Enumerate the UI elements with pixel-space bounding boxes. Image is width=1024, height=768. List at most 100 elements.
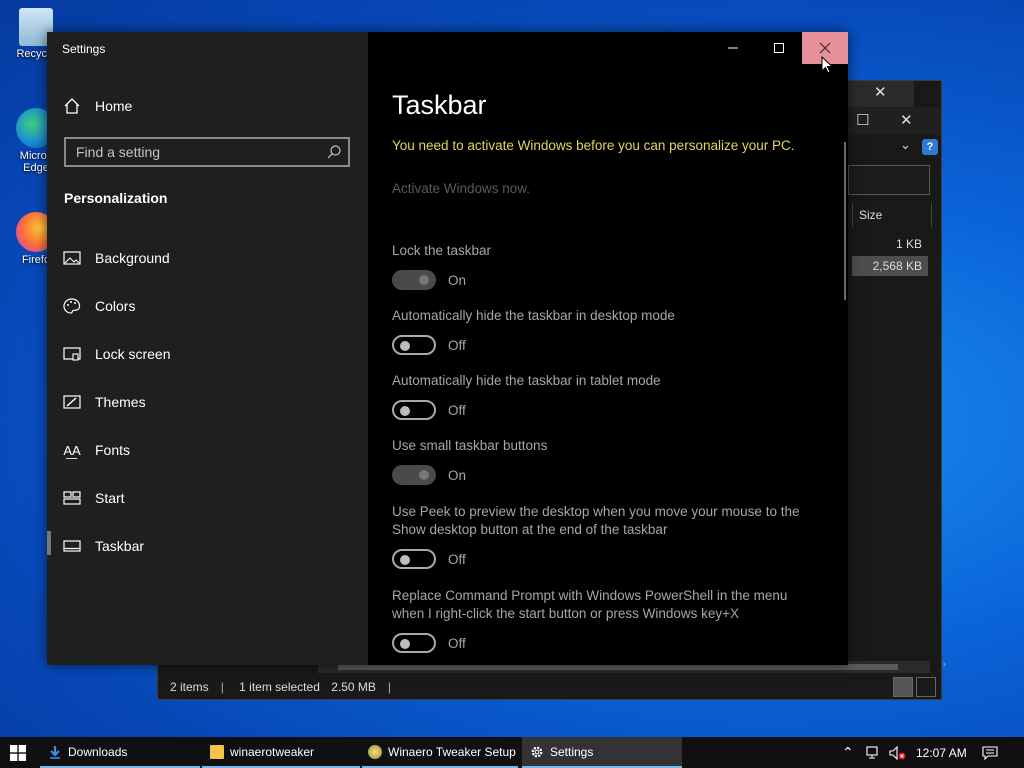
maximize-icon[interactable]: ☐ <box>856 111 869 129</box>
active-nav-indicator <box>47 531 51 555</box>
status-selected: 1 item selected <box>239 680 320 694</box>
folder-icon <box>210 744 224 759</box>
toggle-state: Off <box>448 636 466 651</box>
image-icon <box>63 249 81 267</box>
search-placeholder: Find a setting <box>76 144 161 160</box>
section-title: Personalization <box>64 190 168 206</box>
file-size-cell[interactable]: 1 KB <box>852 234 928 254</box>
start-button[interactable] <box>0 737 36 768</box>
nav-label: Start <box>95 490 125 506</box>
toggle-small-buttons[interactable] <box>392 465 436 485</box>
large-icons-view-button[interactable] <box>916 677 936 697</box>
explorer-search-input[interactable] <box>848 165 930 195</box>
toggle-powershell[interactable] <box>392 633 436 653</box>
search-icon <box>327 145 341 159</box>
nav-label: Colors <box>95 298 136 314</box>
chevron-down-icon[interactable]: ⌄ <box>900 137 911 153</box>
help-icon[interactable]: ? <box>922 139 938 155</box>
nav-label: Themes <box>95 394 146 410</box>
nav-start[interactable]: Start <box>63 483 353 513</box>
window-title: Settings <box>62 42 106 56</box>
explorer-status-bar: 2 items | 1 item selected 2.50 MB | <box>158 675 941 699</box>
explorer-ribbon: ⌄ ? <box>848 135 941 161</box>
option-label-autohide-desktop: Automatically hide the taskbar in deskto… <box>392 308 675 323</box>
close-icon <box>819 42 831 54</box>
taskbar: Downloads winaerotweaker Winaero Tweaker… <box>0 737 1024 768</box>
start-icon <box>63 489 81 507</box>
close-icon[interactable]: ✕ <box>874 83 887 101</box>
nav-home[interactable]: Home <box>63 91 353 121</box>
maximize-icon <box>774 43 784 53</box>
settings-sidebar: Settings Home Find a setting Personaliza… <box>47 32 368 665</box>
taskbar-item-label: Downloads <box>68 744 128 759</box>
download-arrow-icon <box>50 745 60 759</box>
taskbar-item-downloads[interactable]: Downloads <box>40 737 200 768</box>
toggle-state: On <box>448 273 467 288</box>
gear-icon <box>531 746 543 757</box>
scroll-right-icon[interactable]: › <box>943 659 946 670</box>
lock-screen-icon <box>63 345 81 363</box>
taskbar-item-label: Winaero Tweaker Setup <box>388 744 516 759</box>
nav-taskbar[interactable]: Taskbar <box>63 531 353 561</box>
activation-warning: You need to activate Windows before you … <box>392 138 795 153</box>
activate-windows-link[interactable]: Activate Windows now. <box>392 181 530 196</box>
settings-content: Taskbar You need to activate Windows bef… <box>368 32 848 665</box>
nav-background[interactable]: Background <box>63 243 353 273</box>
toggle-state: Off <box>448 403 466 418</box>
status-item-count: 2 items <box>170 680 209 694</box>
taskbar-item-label: Settings <box>550 744 594 759</box>
toggle-lock-taskbar[interactable] <box>392 270 436 290</box>
windows-logo-icon <box>10 744 26 761</box>
minimize-icon <box>728 47 738 49</box>
find-setting-input[interactable]: Find a setting <box>64 137 350 167</box>
option-label-peek: Use Peek to preview the desktop when you… <box>392 504 800 537</box>
setup-icon <box>368 744 382 759</box>
toggle-peek[interactable] <box>392 549 436 569</box>
status-size: 2.50 MB <box>331 680 376 694</box>
toggle-state: Off <box>448 338 466 353</box>
option-label-powershell: Replace Command Prompt with Windows Powe… <box>392 588 788 621</box>
taskbar-icon <box>63 537 81 555</box>
file-size-cell-selected[interactable]: 2,568 KB <box>852 256 928 276</box>
themes-icon <box>63 393 81 411</box>
nav-colors[interactable]: Colors <box>63 291 353 321</box>
notification-center-icon[interactable] <box>982 737 998 768</box>
nav-label: Taskbar <box>95 538 145 554</box>
toggle-state: Off <box>448 552 466 567</box>
home-icon <box>63 97 81 115</box>
nav-home-label: Home <box>95 98 133 114</box>
settings-window[interactable]: Settings Home Find a setting Personaliza… <box>47 32 848 665</box>
option-label-lock-taskbar: Lock the taskbar <box>392 243 492 258</box>
nav-fonts[interactable]: A͟A Fonts <box>63 435 353 465</box>
taskbar-item-settings[interactable]: Settings <box>522 737 682 768</box>
details-view-button[interactable] <box>893 677 913 697</box>
close-icon[interactable]: ✕ <box>900 111 913 129</box>
nav-lock-screen[interactable]: Lock screen <box>63 339 353 369</box>
nav-themes[interactable]: Themes <box>63 387 353 417</box>
mouse-cursor-icon <box>821 56 833 74</box>
explorer-title-bar-front: ☐ ✕ <box>848 107 941 135</box>
taskbar-item-winaerotweaker[interactable]: winaerotweaker <box>202 737 360 768</box>
page-title: Taskbar <box>392 90 487 120</box>
toggle-autohide-tablet[interactable] <box>392 400 436 420</box>
column-header-size[interactable]: Size <box>852 203 932 227</box>
explorer-title-bar: ✕ <box>848 81 914 107</box>
fonts-icon: A͟A <box>63 442 81 458</box>
maximize-button[interactable] <box>756 32 802 64</box>
tray-chevron-up-icon[interactable]: ⌃ <box>842 737 854 768</box>
vertical-scrollbar[interactable] <box>844 142 846 300</box>
nav-label: Lock screen <box>95 346 171 362</box>
nav-label: Fonts <box>95 442 131 458</box>
nav-label: Background <box>95 250 170 266</box>
network-icon[interactable] <box>866 737 882 768</box>
system-clock[interactable]: 12:07 AM <box>916 737 967 768</box>
minimize-button[interactable] <box>710 32 756 64</box>
volume-muted-icon[interactable] <box>889 737 907 768</box>
palette-icon <box>63 297 81 315</box>
taskbar-item-label: winaerotweaker <box>230 744 315 759</box>
taskbar-item-winaero-setup[interactable]: Winaero Tweaker Setup <box>362 737 518 768</box>
desktop-icon-label: Firefo <box>21 254 51 266</box>
option-label-small-buttons: Use small taskbar buttons <box>392 438 548 453</box>
toggle-autohide-desktop[interactable] <box>392 335 436 355</box>
toggle-state: On <box>448 468 467 483</box>
